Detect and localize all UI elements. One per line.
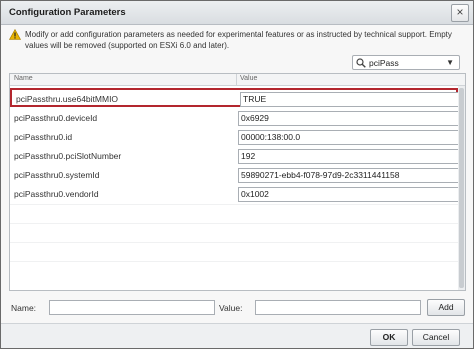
search-icon <box>356 58 366 68</box>
warning-icon <box>9 29 21 40</box>
table-header: Name Value <box>10 74 465 86</box>
chevron-down-icon[interactable]: ▼ <box>446 58 454 67</box>
row-name: pciPassthru0.pciSlotNumber <box>14 151 122 161</box>
parameters-table: Name Value pciPassthru.use64bitMMIO TRUE… <box>9 73 466 291</box>
table-row[interactable]: pciPassthru0.id 00000:138:00.0 <box>10 128 461 147</box>
cancel-button[interactable]: Cancel <box>412 329 460 346</box>
empty-row <box>10 223 458 242</box>
empty-row <box>10 242 458 261</box>
vertical-scrollbar[interactable] <box>458 86 465 290</box>
column-header-value[interactable]: Value <box>240 75 257 82</box>
row-value-field[interactable]: 0x1002 <box>238 187 461 202</box>
row-value-field[interactable]: 192 <box>238 149 461 164</box>
dialog-title: Configuration Parameters <box>9 7 126 18</box>
row-value-field[interactable]: 00000:138:00.0 <box>238 130 461 145</box>
add-parameter-row: Name: Value: Add <box>9 299 467 319</box>
scrollbar-thumb[interactable] <box>459 88 464 288</box>
table-row[interactable]: pciPassthru0.deviceId 0x6929 <box>10 109 461 128</box>
column-divider[interactable] <box>236 74 237 86</box>
empty-row <box>10 204 458 223</box>
filter-field[interactable]: pciPass ▼ <box>352 55 460 70</box>
name-input[interactable] <box>49 300 215 315</box>
value-input[interactable] <box>255 300 421 315</box>
filter-text: pciPass <box>369 58 399 68</box>
configuration-parameters-dialog: Configuration Parameters × Modify or add… <box>0 0 474 349</box>
row-name: pciPassthru0.id <box>14 132 73 142</box>
dialog-footer: OK Cancel <box>1 323 473 348</box>
column-header-name[interactable]: Name <box>14 75 33 82</box>
row-name: pciPassthru0.systemId <box>14 170 100 180</box>
ok-button[interactable]: OK <box>370 329 408 346</box>
row-value-field[interactable]: TRUE <box>240 92 463 107</box>
row-name: pciPassthru0.deviceId <box>14 113 98 123</box>
table-row[interactable]: pciPassthru0.pciSlotNumber 192 <box>10 147 461 166</box>
row-name: pciPassthru0.vendorId <box>14 189 99 199</box>
table-row[interactable]: pciPassthru0.vendorId 0x1002 <box>10 185 461 204</box>
close-icon[interactable]: × <box>451 4 469 22</box>
row-value-field[interactable]: 59890271-ebb4-f078-97d9-2c3311441158 <box>238 168 461 183</box>
notice-text: Modify or add configuration parameters a… <box>25 30 452 50</box>
table-row[interactable]: pciPassthru0.systemId 59890271-ebb4-f078… <box>10 166 461 185</box>
add-button[interactable]: Add <box>427 299 465 316</box>
row-value-field[interactable]: 0x6929 <box>238 111 461 126</box>
dialog-titlebar[interactable]: Configuration Parameters × <box>1 1 473 25</box>
value-label: Value: <box>219 303 243 313</box>
table-row[interactable]: pciPassthru.use64bitMMIO TRUE <box>10 88 463 107</box>
name-label: Name: <box>11 303 37 313</box>
empty-row <box>10 261 458 280</box>
row-name: pciPassthru.use64bitMMIO <box>16 94 119 104</box>
